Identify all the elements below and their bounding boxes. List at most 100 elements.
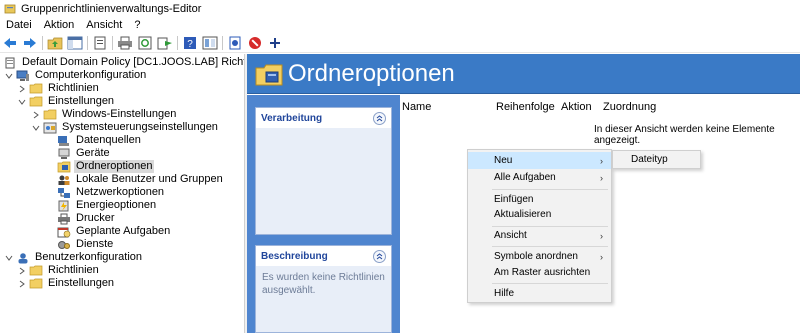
tree-item-drucker[interactable]: Drucker	[57, 212, 117, 225]
submenu-item-dateityp[interactable]: Dateityp	[613, 151, 700, 168]
add-icon[interactable]	[267, 35, 283, 51]
back-icon[interactable]	[2, 35, 18, 51]
column-header-zuordnung[interactable]: Zuordnung	[603, 101, 656, 113]
tree-item-user-einstellungen[interactable]: Einstellungen	[17, 277, 116, 290]
folder-icon	[29, 83, 43, 95]
description-panel-header[interactable]: Beschreibung	[256, 246, 391, 266]
empty-list-message: In dieser Ansicht werden keine Elemente …	[594, 124, 775, 146]
tree-item-geplante-aufgaben[interactable]: Geplante Aufgaben	[57, 225, 172, 238]
page-title: Ordneroptionen	[288, 60, 455, 87]
svg-text:?: ?	[187, 39, 193, 50]
context-menu: Neu › Alle Aufgaben › Einfügen Aktualisi…	[467, 149, 612, 303]
tree-item-label: Lokale Benutzer und Gruppen	[76, 173, 223, 185]
app-icon	[4, 4, 16, 14]
tree-item-geraete[interactable]: Geräte	[57, 147, 112, 160]
folder-icon	[29, 265, 43, 277]
collapse-chevron-icon[interactable]	[373, 111, 386, 125]
task-pane: Verarbeitung Beschreibung Es wurden kein…	[247, 95, 400, 333]
devices-icon	[57, 148, 71, 160]
tree-item-richtlinien[interactable]: Richtlinien	[17, 82, 101, 95]
menu-item-label: Ansicht	[494, 230, 527, 241]
processing-panel: Verarbeitung	[255, 107, 392, 235]
filter-icon[interactable]	[202, 35, 218, 51]
policy-document-icon	[3, 57, 17, 69]
tree-item-einstellungen[interactable]: Einstellungen	[17, 95, 116, 108]
help-icon[interactable]: ?	[182, 35, 198, 51]
tree-item-label: Systemsteuerungseinstellungen	[62, 121, 218, 133]
expand-icon[interactable]	[31, 110, 41, 120]
power-options-icon	[57, 200, 71, 212]
toolbar-separator	[177, 35, 178, 50]
tree-pane: Default Domain Policy [DC1.JOOS.LAB] Ric…	[0, 54, 244, 333]
tree-item-computerkonfiguration[interactable]: Computerkonfiguration	[4, 69, 148, 82]
expand-icon[interactable]	[17, 266, 27, 276]
tree-item-lokale-benutzer-und-gruppen[interactable]: Lokale Benutzer und Gruppen	[57, 173, 225, 186]
new-document-icon[interactable]	[227, 35, 243, 51]
menu-item-label: Am Raster ausrichten	[494, 267, 591, 278]
description-panel: Beschreibung Es wurden keine Richtlinien…	[255, 245, 392, 333]
submenu-arrow-icon: ›	[600, 172, 603, 183]
description-heading: Beschreibung	[261, 250, 328, 262]
menu-item-am-raster-ausrichten[interactable]: Am Raster ausrichten	[468, 264, 611, 281]
column-header-reihenfolge[interactable]: Reihenfolge	[496, 101, 555, 113]
menu-help[interactable]: ?	[128, 19, 146, 31]
collapse-icon[interactable]	[17, 97, 27, 107]
folder-up-icon[interactable]	[47, 35, 63, 51]
menu-item-neu[interactable]: Neu ›	[468, 152, 611, 169]
tree-item-windows-einstellungen[interactable]: Windows-Einstellungen	[31, 108, 178, 121]
tree-item-label: Richtlinien	[48, 264, 99, 276]
tree-item-ordneroptionen[interactable]: Ordneroptionen	[57, 160, 155, 173]
show-hide-tree-icon[interactable]	[67, 35, 83, 51]
menu-aktion[interactable]: Aktion	[38, 19, 81, 31]
stop-icon[interactable]	[247, 35, 263, 51]
control-panel-icon	[43, 122, 57, 134]
refresh-icon[interactable]	[137, 35, 153, 51]
tree-item-label: Ordneroptionen	[74, 160, 155, 173]
menu-item-symbole-anordnen[interactable]: Symbole anordnen ›	[468, 248, 611, 265]
properties-icon[interactable]	[92, 35, 108, 51]
menu-item-hilfe[interactable]: Hilfe	[468, 285, 611, 302]
column-header-name[interactable]: Name	[402, 101, 431, 113]
tree-item-label: Computerkonfiguration	[35, 69, 147, 81]
folder-options-icon	[57, 161, 71, 173]
computer-icon	[16, 70, 30, 82]
column-header-aktion[interactable]: Aktion	[561, 101, 592, 113]
toolbar-separator	[87, 35, 88, 50]
tree-root[interactable]: Default Domain Policy [DC1.JOOS.LAB] Ric…	[3, 56, 244, 69]
tree-item-label: Geplante Aufgaben	[76, 225, 171, 237]
collapse-chevron-icon[interactable]	[373, 249, 386, 263]
collapse-icon[interactable]	[31, 123, 41, 133]
menu-ansicht[interactable]: Ansicht	[80, 19, 128, 31]
export-icon[interactable]	[157, 35, 173, 51]
expand-icon[interactable]	[17, 84, 27, 94]
processing-panel-header[interactable]: Verarbeitung	[256, 108, 391, 128]
menu-item-ansicht[interactable]: Ansicht ›	[468, 227, 611, 244]
window-title: Gruppenrichtlinienverwaltungs-Editor	[21, 3, 202, 15]
toolbar-separator	[222, 35, 223, 50]
folder-icon	[43, 109, 57, 121]
tree-item-datenquellen[interactable]: Datenquellen	[57, 134, 143, 147]
tree-item-user-richtlinien[interactable]: Richtlinien	[17, 264, 101, 277]
menu-item-alle-aufgaben[interactable]: Alle Aufgaben ›	[468, 169, 611, 186]
menu-item-aktualisieren[interactable]: Aktualisieren	[468, 206, 611, 223]
menu-datei[interactable]: Datei	[0, 19, 38, 31]
tree-item-energieoptionen[interactable]: Energieoptionen	[57, 199, 158, 212]
tree-item-systemsteuerungseinstellungen[interactable]: Systemsteuerungseinstellungen	[31, 121, 220, 134]
print-icon[interactable]	[117, 35, 133, 51]
collapse-icon[interactable]	[4, 253, 14, 263]
folder-icon	[29, 278, 43, 290]
tree-item-dienste[interactable]: Dienste	[57, 238, 115, 251]
tree-item-label: Netzwerkoptionen	[76, 186, 165, 198]
description-text: Es wurden keine Richtlinien ausgewählt.	[262, 272, 385, 296]
tree-item-label: Windows-Einstellungen	[62, 108, 177, 120]
tree-item-label: Drucker	[76, 212, 115, 224]
tree-item-netzwerkoptionen[interactable]: Netzwerkoptionen	[57, 186, 166, 199]
menu-bar: Datei Aktion Ansicht ?	[0, 18, 800, 32]
expand-icon[interactable]	[17, 279, 27, 289]
tree-item-benutzerkonfiguration[interactable]: Benutzerkonfiguration	[4, 251, 144, 264]
tree-item-label: Dienste	[76, 238, 114, 250]
menu-separator	[492, 283, 608, 284]
collapse-icon[interactable]	[4, 71, 14, 81]
forward-icon[interactable]	[22, 35, 38, 51]
menu-separator	[492, 189, 608, 190]
